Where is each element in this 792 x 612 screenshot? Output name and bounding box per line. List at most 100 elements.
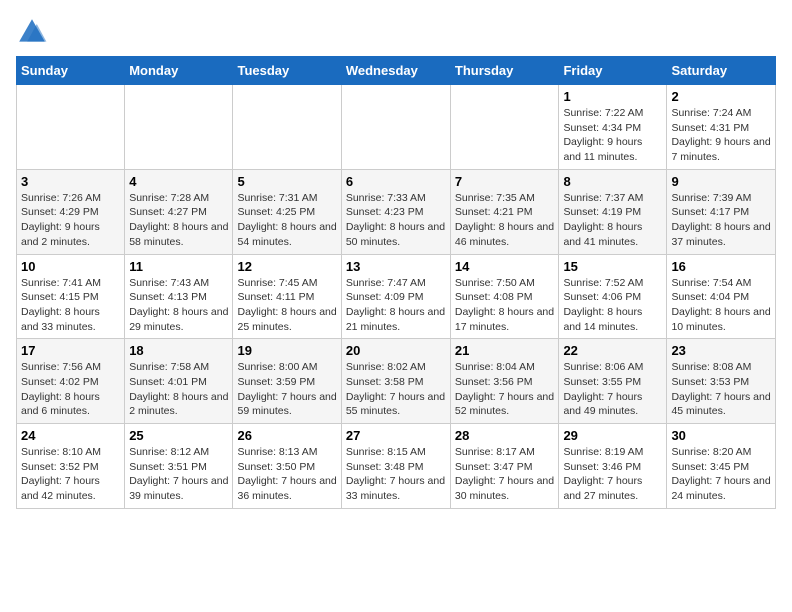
day-number: 29 — [563, 428, 662, 443]
day-info: Sunrise: 7:37 AM Sunset: 4:19 PM Dayligh… — [563, 191, 662, 250]
col-header-friday: Friday — [559, 57, 667, 85]
calendar-cell: 16 Sunrise: 7:54 AM Sunset: 4:04 PM Dayli… — [667, 254, 776, 339]
day-number: 30 — [671, 428, 771, 443]
calendar-cell — [233, 85, 341, 170]
calendar-cell: 14 Sunrise: 7:50 AM Sunset: 4:08 PM Dayli… — [450, 254, 559, 339]
day-number: 27 — [346, 428, 446, 443]
calendar-cell: 10 Sunrise: 7:41 AM Sunset: 4:15 PM Dayli… — [17, 254, 125, 339]
logo-icon — [16, 16, 48, 48]
calendar-cell: 9 Sunrise: 7:39 AM Sunset: 4:17 PM Daylig… — [667, 169, 776, 254]
calendar-cell: 22 Sunrise: 8:06 AM Sunset: 3:55 PM Dayli… — [559, 339, 667, 424]
day-number: 13 — [346, 259, 446, 274]
day-info: Sunrise: 7:31 AM Sunset: 4:25 PM Dayligh… — [237, 191, 336, 250]
day-info: Sunrise: 7:58 AM Sunset: 4:01 PM Dayligh… — [129, 360, 228, 419]
day-info: Sunrise: 8:04 AM Sunset: 3:56 PM Dayligh… — [455, 360, 555, 419]
calendar-week-row: 24Sunrise: 8:10 AM Sunset: 3:52 PM Dayli… — [17, 424, 776, 509]
col-header-monday: Monday — [125, 57, 233, 85]
day-number: 23 — [671, 343, 771, 358]
day-number: 10 — [21, 259, 120, 274]
day-number: 18 — [129, 343, 228, 358]
calendar-cell — [17, 85, 125, 170]
calendar-cell: 6 Sunrise: 7:33 AM Sunset: 4:23 PM Daylig… — [341, 169, 450, 254]
col-header-tuesday: Tuesday — [233, 57, 341, 85]
day-number: 21 — [455, 343, 555, 358]
day-number: 9 — [671, 174, 771, 189]
calendar-cell: 8 Sunrise: 7:37 AM Sunset: 4:19 PM Daylig… — [559, 169, 667, 254]
day-number: 12 — [237, 259, 336, 274]
day-info: Sunrise: 7:52 AM Sunset: 4:06 PM Dayligh… — [563, 276, 662, 335]
calendar-cell: 11Sunrise: 7:43 AM Sunset: 4:13 PM Dayli… — [125, 254, 233, 339]
calendar-week-row: 1 Sunrise: 7:22 AM Sunset: 4:34 PM Daylig… — [17, 85, 776, 170]
calendar-cell: 21 Sunrise: 8:04 AM Sunset: 3:56 PM Dayli… — [450, 339, 559, 424]
day-info: Sunrise: 7:35 AM Sunset: 4:21 PM Dayligh… — [455, 191, 555, 250]
day-info: Sunrise: 7:26 AM Sunset: 4:29 PM Dayligh… — [21, 191, 120, 250]
day-info: Sunrise: 8:15 AM Sunset: 3:48 PM Dayligh… — [346, 445, 446, 504]
day-info: Sunrise: 8:02 AM Sunset: 3:58 PM Dayligh… — [346, 360, 446, 419]
calendar-cell: 25 Sunrise: 8:12 AM Sunset: 3:51 PM Dayli… — [125, 424, 233, 509]
calendar-cell — [341, 85, 450, 170]
day-number: 15 — [563, 259, 662, 274]
calendar-cell: 15 Sunrise: 7:52 AM Sunset: 4:06 PM Dayli… — [559, 254, 667, 339]
day-info: Sunrise: 7:54 AM Sunset: 4:04 PM Dayligh… — [671, 276, 771, 335]
calendar-cell: 4 Sunrise: 7:28 AM Sunset: 4:27 PM Daylig… — [125, 169, 233, 254]
calendar-cell: 27 Sunrise: 8:15 AM Sunset: 3:48 PM Dayli… — [341, 424, 450, 509]
calendar-cell: 19 Sunrise: 8:00 AM Sunset: 3:59 PM Dayli… — [233, 339, 341, 424]
day-number: 5 — [237, 174, 336, 189]
calendar-week-row: 17Sunrise: 7:56 AM Sunset: 4:02 PM Dayli… — [17, 339, 776, 424]
col-header-wednesday: Wednesday — [341, 57, 450, 85]
day-number: 4 — [129, 174, 228, 189]
day-info: Sunrise: 7:47 AM Sunset: 4:09 PM Dayligh… — [346, 276, 446, 335]
day-number: 14 — [455, 259, 555, 274]
page-header — [16, 16, 776, 48]
calendar-cell — [450, 85, 559, 170]
day-number: 26 — [237, 428, 336, 443]
day-number: 6 — [346, 174, 446, 189]
calendar-week-row: 3 Sunrise: 7:26 AM Sunset: 4:29 PM Daylig… — [17, 169, 776, 254]
day-info: Sunrise: 7:28 AM Sunset: 4:27 PM Dayligh… — [129, 191, 228, 250]
col-header-saturday: Saturday — [667, 57, 776, 85]
day-info: Sunrise: 8:00 AM Sunset: 3:59 PM Dayligh… — [237, 360, 336, 419]
day-number: 3 — [21, 174, 120, 189]
calendar-cell: 23 Sunrise: 8:08 AM Sunset: 3:53 PM Dayli… — [667, 339, 776, 424]
calendar-cell: 5 Sunrise: 7:31 AM Sunset: 4:25 PM Daylig… — [233, 169, 341, 254]
day-info: Sunrise: 7:50 AM Sunset: 4:08 PM Dayligh… — [455, 276, 555, 335]
day-info: Sunrise: 7:45 AM Sunset: 4:11 PM Dayligh… — [237, 276, 336, 335]
day-info: Sunrise: 8:13 AM Sunset: 3:50 PM Dayligh… — [237, 445, 336, 504]
day-info: Sunrise: 8:19 AM Sunset: 3:46 PM Dayligh… — [563, 445, 662, 504]
calendar-cell: 20 Sunrise: 8:02 AM Sunset: 3:58 PM Dayli… — [341, 339, 450, 424]
day-info: Sunrise: 8:08 AM Sunset: 3:53 PM Dayligh… — [671, 360, 771, 419]
calendar-week-row: 10 Sunrise: 7:41 AM Sunset: 4:15 PM Dayli… — [17, 254, 776, 339]
day-number: 19 — [237, 343, 336, 358]
logo — [16, 16, 52, 48]
day-number: 16 — [671, 259, 771, 274]
calendar-cell: 1 Sunrise: 7:22 AM Sunset: 4:34 PM Daylig… — [559, 85, 667, 170]
day-number: 8 — [563, 174, 662, 189]
day-number: 7 — [455, 174, 555, 189]
calendar-header-row: SundayMondayTuesdayWednesdayThursdayFrid… — [17, 57, 776, 85]
calendar-cell: 13 Sunrise: 7:47 AM Sunset: 4:09 PM Dayli… — [341, 254, 450, 339]
day-info: Sunrise: 8:10 AM Sunset: 3:52 PM Dayligh… — [21, 445, 120, 504]
calendar-table: SundayMondayTuesdayWednesdayThursdayFrid… — [16, 56, 776, 509]
day-info: Sunrise: 7:41 AM Sunset: 4:15 PM Dayligh… — [21, 276, 120, 335]
day-info: Sunrise: 8:20 AM Sunset: 3:45 PM Dayligh… — [671, 445, 771, 504]
day-number: 22 — [563, 343, 662, 358]
calendar-cell: 12 Sunrise: 7:45 AM Sunset: 4:11 PM Dayli… — [233, 254, 341, 339]
day-info: Sunrise: 7:39 AM Sunset: 4:17 PM Dayligh… — [671, 191, 771, 250]
col-header-sunday: Sunday — [17, 57, 125, 85]
day-info: Sunrise: 7:33 AM Sunset: 4:23 PM Dayligh… — [346, 191, 446, 250]
calendar-cell: 26 Sunrise: 8:13 AM Sunset: 3:50 PM Dayli… — [233, 424, 341, 509]
calendar-cell: 7 Sunrise: 7:35 AM Sunset: 4:21 PM Daylig… — [450, 169, 559, 254]
day-number: 20 — [346, 343, 446, 358]
day-info: Sunrise: 7:43 AM Sunset: 4:13 PM Dayligh… — [129, 276, 228, 335]
day-info: Sunrise: 7:24 AM Sunset: 4:31 PM Dayligh… — [671, 106, 771, 165]
calendar-cell: 17Sunrise: 7:56 AM Sunset: 4:02 PM Dayli… — [17, 339, 125, 424]
day-info: Sunrise: 7:22 AM Sunset: 4:34 PM Dayligh… — [563, 106, 662, 165]
day-number: 1 — [563, 89, 662, 104]
calendar-cell: 28Sunrise: 8:17 AM Sunset: 3:47 PM Dayli… — [450, 424, 559, 509]
day-info: Sunrise: 8:12 AM Sunset: 3:51 PM Dayligh… — [129, 445, 228, 504]
day-number: 17 — [21, 343, 120, 358]
calendar-cell — [125, 85, 233, 170]
day-number: 25 — [129, 428, 228, 443]
calendar-cell: 3 Sunrise: 7:26 AM Sunset: 4:29 PM Daylig… — [17, 169, 125, 254]
day-info: Sunrise: 8:06 AM Sunset: 3:55 PM Dayligh… — [563, 360, 662, 419]
